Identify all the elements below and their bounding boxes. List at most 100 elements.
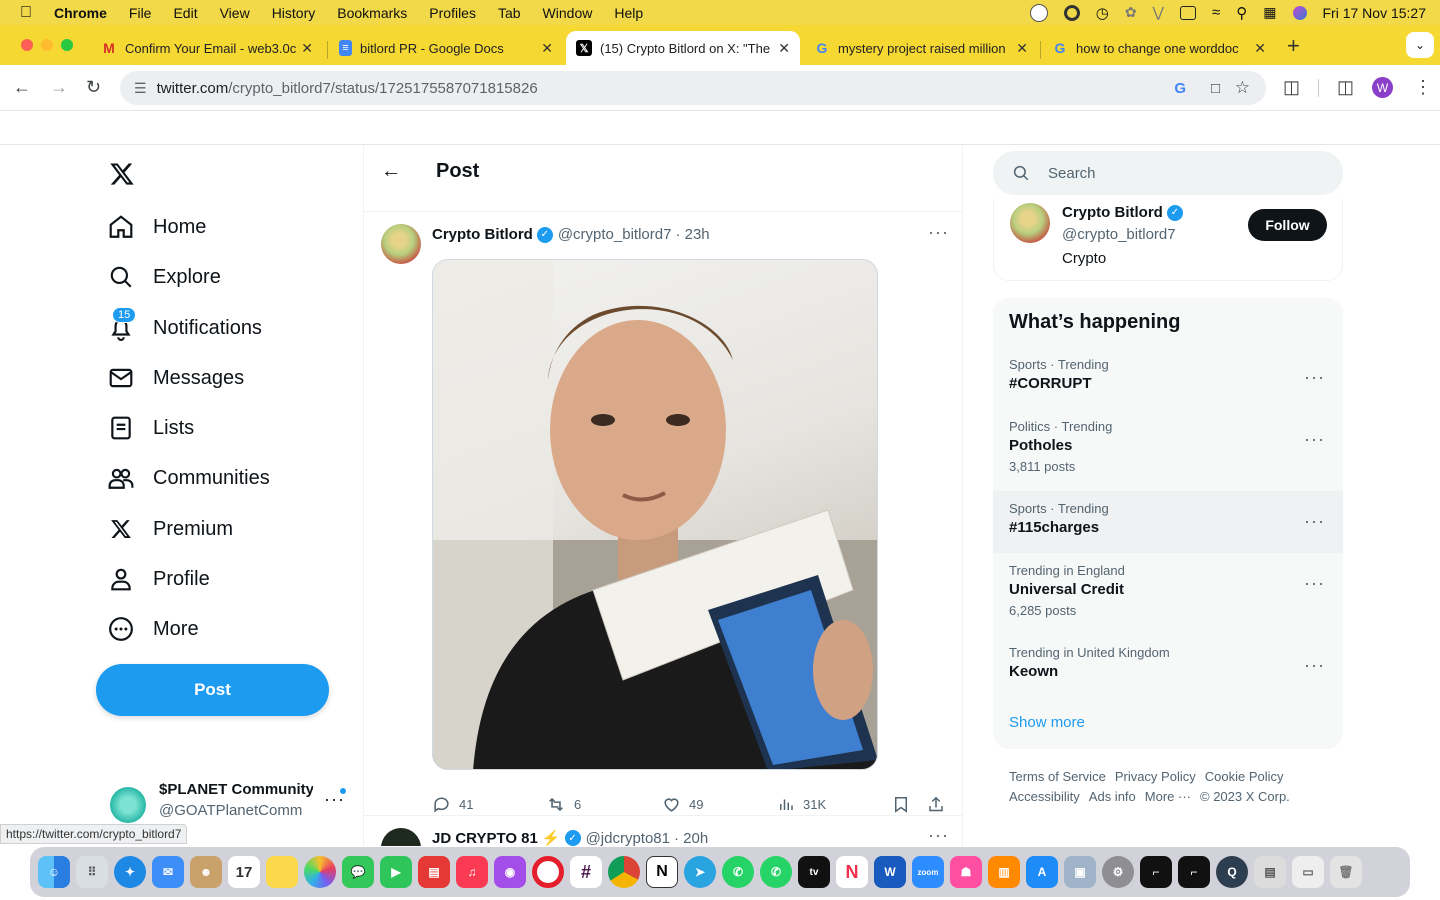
tweet-time[interactable]: · 23h <box>675 226 709 243</box>
menu-edit[interactable]: Edit <box>173 5 197 21</box>
nav-lists[interactable]: Lists <box>106 413 194 443</box>
whatsapp-icon[interactable]: ✆ <box>722 856 754 888</box>
account-switcher[interactable]: $PLANET Community @GOATPlanetComm ··· <box>110 779 350 829</box>
wifi-icon[interactable]: ≈ <box>1212 4 1220 21</box>
siri-icon[interactable] <box>1292 5 1307 20</box>
tweet[interactable]: Crypto Bitlord ✓ @crypto_bitlord7 · 23h … <box>364 212 962 816</box>
trend-item[interactable]: Sports · Trending #115charges ··· <box>993 491 1343 553</box>
apple-icon[interactable]:  <box>20 4 32 22</box>
zoom-icon[interactable]: zoom <box>912 856 944 888</box>
close-tab-icon[interactable]: ✕ <box>1254 40 1266 57</box>
trash-icon[interactable]: 🗑 <box>1330 856 1362 888</box>
launchpad-icon[interactable]: ⠿ <box>76 856 108 888</box>
trend-more-icon[interactable]: ··· <box>1304 573 1325 594</box>
close-tab-icon[interactable]: ✕ <box>541 40 553 57</box>
footer-link[interactable]: Ads info <box>1089 789 1136 804</box>
menu-window[interactable]: Window <box>543 5 593 21</box>
install-app-icon[interactable]: □ <box>1211 80 1220 97</box>
chrome-icon[interactable] <box>608 856 640 888</box>
tab-twitter[interactable]: 𝕏 (15) Crypto Bitlord on X: "The ✕ <box>566 31 800 65</box>
menu-view[interactable]: View <box>220 5 250 21</box>
zoom-window-button[interactable] <box>61 39 73 51</box>
status-app-icon[interactable] <box>1029 3 1048 22</box>
forward-icon[interactable]: → <box>50 77 68 98</box>
avatar[interactable] <box>1010 203 1050 243</box>
app-store-icon[interactable]: A <box>1026 856 1058 888</box>
like-button[interactable]: 49 <box>662 795 703 814</box>
nav-communities[interactable]: Communities <box>106 463 270 493</box>
telegram-icon[interactable]: ➤ <box>684 856 716 888</box>
trend-item[interactable]: Trending in United Kingdom Keown ··· <box>993 645 1343 707</box>
menu-history[interactable]: History <box>272 5 316 21</box>
podcasts-icon[interactable]: ◉ <box>494 856 526 888</box>
nav-home[interactable]: Home <box>106 212 206 242</box>
tab-google-search-2[interactable]: G how to change one worddoc ✕ <box>1042 31 1276 65</box>
tweet-photo[interactable] <box>432 259 878 770</box>
nav-profile[interactable]: Profile <box>106 564 210 594</box>
photos-icon[interactable] <box>304 856 336 888</box>
google-lens-icon[interactable]: G <box>1174 80 1186 97</box>
tab-google-search-1[interactable]: G mystery project raised million ✕ <box>804 31 1038 65</box>
author-handle[interactable]: @jdcrypto81 <box>586 830 670 847</box>
mail-app-icon[interactable]: ✉ <box>152 856 184 888</box>
author-handle[interactable]: @crypto_bitlord7 <box>558 226 672 243</box>
tab-docs[interactable]: ≡ bitlord PR - Google Docs ✕ <box>329 31 563 65</box>
author-name[interactable]: JD CRYPTO 81 <box>432 830 538 847</box>
spotlight-icon[interactable]: ⚲ <box>1236 4 1247 22</box>
nav-more[interactable]: More <box>106 614 199 644</box>
bookmark-star-icon[interactable]: ☆ <box>1235 78 1250 98</box>
document-stack-icon[interactable]: ▤ <box>1254 856 1286 888</box>
menu-bookmarks[interactable]: Bookmarks <box>337 5 407 21</box>
trend-more-icon[interactable]: ··· <box>1304 367 1325 388</box>
opera-icon[interactable] <box>532 856 564 888</box>
downloads-stack-icon[interactable]: ▭ <box>1292 856 1324 888</box>
tweet-more-icon[interactable]: ··· <box>928 825 949 846</box>
tweet-time[interactable]: · 20h <box>674 830 708 847</box>
profile-name[interactable]: Crypto Bitlord <box>1062 204 1163 221</box>
system-settings-icon[interactable]: ⚙ <box>1102 856 1134 888</box>
airdrop-icon[interactable]: ✿ <box>1125 4 1137 21</box>
apple-tv-icon[interactable]: tv <box>798 856 830 888</box>
trend-more-icon[interactable]: ··· <box>1304 511 1325 532</box>
contacts-icon[interactable]: ☻ <box>190 856 222 888</box>
menu-app-name[interactable]: Chrome <box>54 5 107 21</box>
slack-icon[interactable]: # <box>570 856 602 888</box>
menu-tab[interactable]: Tab <box>498 5 521 21</box>
retweet-button[interactable]: 6 <box>546 795 581 814</box>
tab-search-button[interactable]: ⌄ <box>1406 32 1434 58</box>
close-tab-icon[interactable]: ✕ <box>1016 40 1028 57</box>
close-tab-icon[interactable]: ✕ <box>778 40 790 57</box>
notion-icon[interactable]: N <box>646 856 678 888</box>
safari-icon[interactable]: ✦ <box>114 856 146 888</box>
footer-link[interactable]: Terms of Service <box>1009 769 1106 784</box>
scanner-app-icon[interactable]: ⌐ <box>1140 856 1172 888</box>
follow-button[interactable]: Follow <box>1248 209 1327 241</box>
calendar-icon[interactable]: 17 <box>228 856 260 888</box>
finder-icon[interactable]: ☺ <box>38 856 70 888</box>
footer-link[interactable]: Privacy Policy <box>1115 769 1196 784</box>
avatar[interactable] <box>381 224 421 264</box>
side-panel-icon[interactable]: ◫ <box>1337 77 1354 98</box>
trend-item[interactable]: Politics · Trending Potholes 3,811 posts… <box>993 419 1343 501</box>
avatar[interactable] <box>381 828 421 846</box>
back-icon[interactable]: ← <box>13 77 31 98</box>
screenshot-app-icon[interactable]: ⌐ <box>1178 856 1210 888</box>
trend-item[interactable]: Sports · Trending #CORRUPT ··· <box>993 357 1343 419</box>
music-icon[interactable]: ♫ <box>456 856 488 888</box>
control-center-icon[interactable]: ▦ <box>1263 4 1276 21</box>
close-tab-icon[interactable]: ✕ <box>301 40 313 57</box>
back-arrow-icon[interactable]: ← <box>381 160 401 183</box>
address-bar[interactable]: ☰ twitter.com/crypto_bitlord7/status/172… <box>120 71 1266 105</box>
footer-link[interactable]: More ··· <box>1145 789 1191 804</box>
trend-item[interactable]: Trending in England Universal Credit 6,2… <box>993 563 1343 645</box>
nav-premium[interactable]: Premium <box>106 514 233 544</box>
menu-help[interactable]: Help <box>614 5 643 21</box>
search-box[interactable]: Search <box>993 151 1343 195</box>
battery-icon[interactable] <box>1180 5 1197 20</box>
trend-more-icon[interactable]: ··· <box>1304 429 1325 450</box>
nav-messages[interactable]: Messages <box>106 363 244 393</box>
menu-file[interactable]: File <box>129 5 152 21</box>
post-button[interactable]: Post <box>96 664 329 716</box>
minimize-window-button[interactable] <box>41 39 53 51</box>
news-app-icon[interactable]: ▤ <box>418 856 450 888</box>
